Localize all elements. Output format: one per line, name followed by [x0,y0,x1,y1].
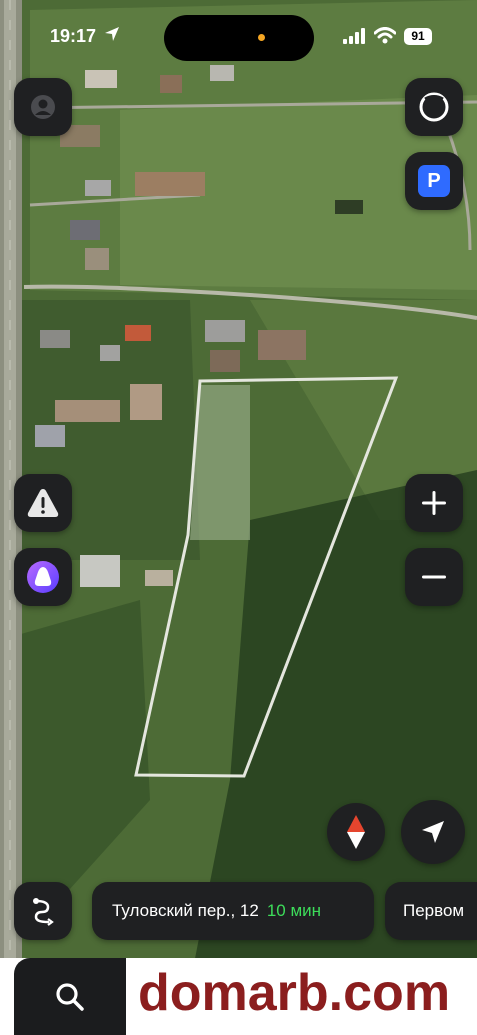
zoom-out-button[interactable] [405,548,463,606]
route-icon [33,898,54,926]
recording-indicator [258,34,265,41]
minus-icon [422,575,446,579]
parking-icon: P [418,165,450,197]
status-bar: 19:17 91 [0,0,477,76]
voice-assistant-button[interactable] [14,548,72,606]
next-route-label: Первом [403,901,465,920]
routes-button[interactable] [14,882,72,940]
route-suggestion-chip-next[interactable]: Первом [385,882,477,940]
navigation-arrow-icon [422,821,444,843]
cellular-signal-icon [343,28,365,44]
person-icon [31,95,55,119]
search-button[interactable] [14,958,126,1035]
alice-icon [27,561,59,593]
layers-button[interactable] [405,78,463,136]
plus-icon [422,491,446,515]
road-event-button[interactable] [14,474,72,532]
parking-button[interactable]: P [405,152,463,210]
dynamic-island [164,15,314,61]
route-duration: 10 мин [266,901,322,920]
clock: 19:17 [50,26,97,46]
profile-button[interactable] [14,78,72,136]
battery-indicator: 91 [404,28,432,45]
watermark-text: domarb.com [138,964,451,1022]
zoom-in-button[interactable] [405,474,463,532]
parking-label: P [427,170,441,192]
compass-button[interactable] [327,803,385,861]
location-arrow-icon [105,27,119,41]
compass-icon [347,815,365,849]
my-location-button[interactable] [401,800,465,864]
route-address: Туловский пер., 12 [112,901,259,920]
route-suggestion-chip[interactable]: Туловский пер., 12 10 мин [92,882,374,940]
search-icon [56,982,84,1011]
ring-icon [419,92,449,122]
warning-icon [27,489,59,517]
wifi-icon [374,27,396,44]
